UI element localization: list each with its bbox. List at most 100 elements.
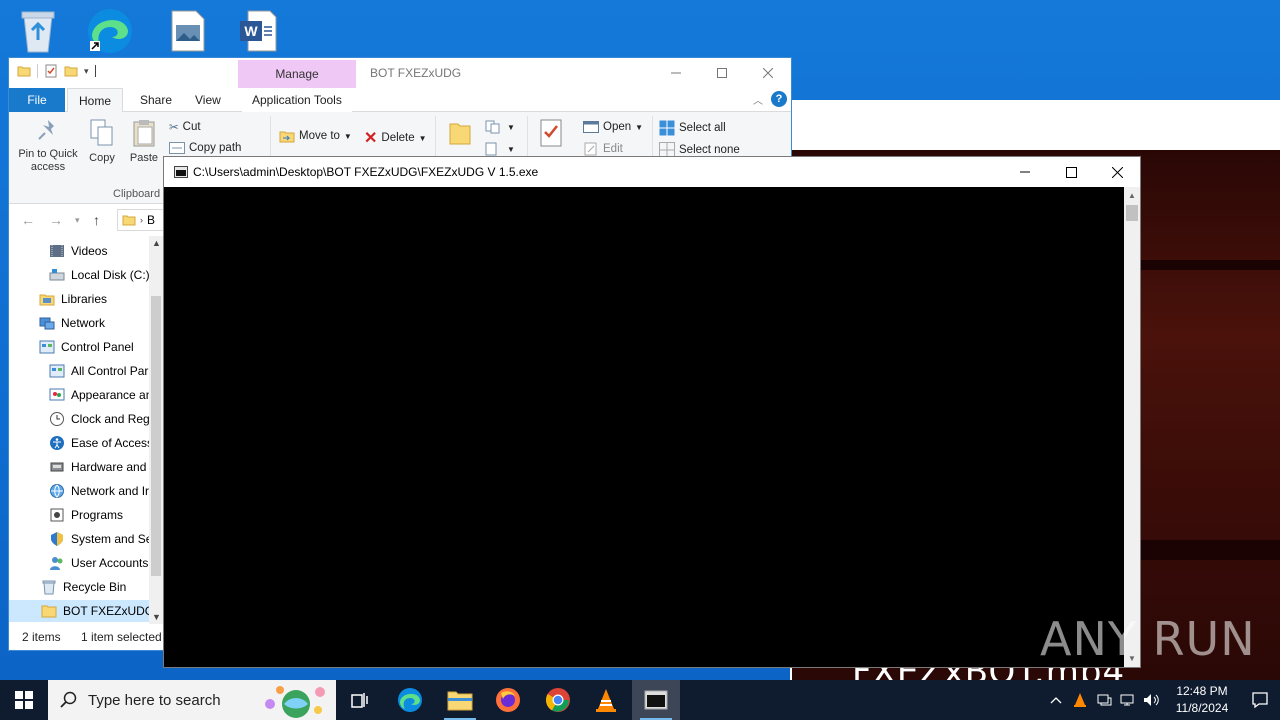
properties-button[interactable] (535, 118, 567, 152)
new-folder-icon[interactable] (64, 64, 78, 78)
nav-item-all-control-panel[interactable]: All Control Par (49, 360, 148, 382)
navigation-pane[interactable]: Videos Local Disk (C:) Libraries Network… (9, 236, 163, 624)
move-to-icon (279, 131, 295, 143)
taskbar-firefox[interactable] (484, 680, 532, 720)
taskbar-chrome[interactable] (534, 680, 582, 720)
nav-item-system-security[interactable]: System and Se (49, 528, 152, 550)
cut-button[interactable]: ✂ Cut (169, 120, 201, 134)
recycle-bin-desktop-icon[interactable] (14, 6, 62, 56)
new-folder-button[interactable] (445, 118, 475, 150)
select-all-button[interactable]: Select all (659, 120, 726, 136)
nav-item-clock-region[interactable]: Clock and Regi (49, 408, 152, 430)
svg-text:W: W (244, 23, 258, 39)
nav-item-user-accounts[interactable]: User Accounts (49, 552, 148, 574)
up-arrow-icon[interactable]: ↑ (93, 212, 100, 228)
system-security-icon (51, 532, 63, 546)
display-tray-icon[interactable] (1092, 680, 1116, 720)
taskbar-clock[interactable]: 12:48 PM 11/8/2024 (1164, 683, 1240, 717)
new-item-button[interactable]: ▼ (485, 120, 515, 134)
edit-button[interactable]: Edit (583, 142, 623, 156)
open-button[interactable]: Open ▼ (583, 120, 643, 134)
console-output-area[interactable] (164, 187, 1124, 667)
tab-file[interactable]: File (9, 88, 65, 112)
tab-manage[interactable]: Manage (238, 60, 356, 88)
collapse-ribbon-icon[interactable]: ︿ (753, 92, 763, 107)
videos-icon (50, 245, 64, 257)
recent-locations-icon[interactable]: ▾ (75, 215, 80, 226)
customize-qat-icon[interactable]: ▾ (84, 66, 89, 77)
taskbar-console[interactable] (632, 680, 680, 720)
edge-desktop-icon[interactable] (86, 6, 134, 56)
tab-share[interactable]: Share (130, 88, 182, 112)
move-to-button[interactable]: Move to ▼ (279, 128, 352, 144)
image-file-desktop-icon[interactable] (164, 6, 212, 56)
console-close-button[interactable] (1094, 157, 1140, 187)
navigation-scrollbar[interactable]: ▲ ▼ (149, 236, 163, 624)
console-scrollbar[interactable]: ▲ ▼ (1124, 187, 1140, 667)
pin-to-quick-access-button[interactable]: Pin to Quick access (15, 118, 81, 174)
search-highlight-art-icon (265, 686, 325, 718)
taskbar-file-explorer[interactable] (436, 680, 484, 720)
scrollbar-thumb[interactable] (1126, 205, 1138, 221)
delete-button[interactable]: ✕ Delete ▼ (364, 128, 427, 148)
nav-item-appearance[interactable]: Appearance an (49, 384, 152, 406)
properties-icon (540, 119, 562, 147)
back-arrow-icon[interactable]: ← (21, 212, 35, 228)
tab-application-tools[interactable]: Application Tools (242, 88, 352, 112)
nav-item-ease-of-access[interactable]: Ease of Access (49, 432, 153, 454)
nav-item-libraries[interactable]: Libraries (39, 288, 107, 310)
copy-path-button[interactable]: Copy path (169, 142, 241, 154)
forward-arrow-icon[interactable]: → (49, 212, 63, 228)
console-title-bar[interactable]: C:\Users\admin\Desktop\BOT FXEZxUDG\FXEZ… (164, 157, 1140, 187)
notification-center-button[interactable] (1240, 680, 1280, 720)
easy-access-button[interactable]: ▼ (485, 142, 515, 156)
paste-button[interactable]: Paste (127, 118, 161, 165)
nav-item-network-internet[interactable]: Network and Ir (49, 480, 149, 502)
move-to-label: Move to (299, 130, 340, 142)
video-dark-band (1140, 260, 1280, 270)
scroll-down-icon[interactable]: ▼ (152, 612, 161, 622)
nav-item-recycle-bin[interactable]: Recycle Bin (41, 576, 126, 598)
scroll-up-icon[interactable]: ▲ (1128, 191, 1136, 200)
nav-item-control-panel[interactable]: Control Panel (39, 336, 134, 358)
close-button[interactable] (745, 58, 791, 88)
taskbar-vlc[interactable] (582, 680, 630, 720)
address-text: B (147, 213, 156, 227)
tab-home[interactable]: Home (67, 88, 123, 113)
pin-label: Pin to Quick access (18, 148, 78, 173)
nav-item-videos[interactable]: Videos (49, 240, 107, 262)
copy-icon (90, 119, 113, 146)
vlc-tray-icon[interactable] (1068, 680, 1092, 720)
help-icon[interactable]: ? (771, 91, 787, 107)
network-tray-icon[interactable] (1116, 680, 1140, 720)
open-icon (583, 121, 599, 133)
explorer-title-bar[interactable]: ▾ Manage BOT FXEZxUDG (9, 58, 791, 88)
minimize-button[interactable] (653, 58, 699, 88)
cut-label: Cut (182, 121, 201, 133)
taskbar-edge[interactable] (386, 680, 434, 720)
nav-item-local-disk[interactable]: Local Disk (C:) (49, 264, 150, 286)
show-hidden-icons-icon[interactable] (1044, 680, 1068, 720)
console-window[interactable]: C:\Users\admin\Desktop\BOT FXEZxUDG\FXEZ… (163, 156, 1141, 668)
pin-icon (38, 120, 54, 140)
nav-item-programs[interactable]: Programs (49, 504, 123, 526)
tab-view[interactable]: View (185, 88, 231, 112)
nav-item-bot-folder[interactable]: BOT FXEZxUDG (9, 600, 154, 622)
taskbar-search-box[interactable]: Type here to search (48, 680, 336, 720)
volume-tray-icon[interactable] (1140, 680, 1164, 720)
console-minimize-button[interactable] (1002, 157, 1048, 187)
properties-icon[interactable] (44, 64, 58, 78)
nav-item-network[interactable]: Network (39, 312, 105, 334)
nav-item-label: Ease of Access (71, 436, 154, 450)
maximize-button[interactable] (699, 58, 745, 88)
task-view-button[interactable] (336, 680, 384, 720)
copy-button[interactable]: Copy (87, 118, 117, 165)
console-maximize-button[interactable] (1048, 157, 1094, 187)
nav-item-label: Appearance an (71, 388, 153, 402)
scrollbar-thumb[interactable] (151, 296, 161, 576)
nav-item-hardware[interactable]: Hardware and (49, 456, 146, 478)
word-document-desktop-icon[interactable]: W (234, 6, 282, 56)
scroll-up-icon[interactable]: ▲ (152, 238, 161, 248)
new-item-icon (485, 120, 500, 134)
start-button[interactable] (0, 680, 48, 720)
